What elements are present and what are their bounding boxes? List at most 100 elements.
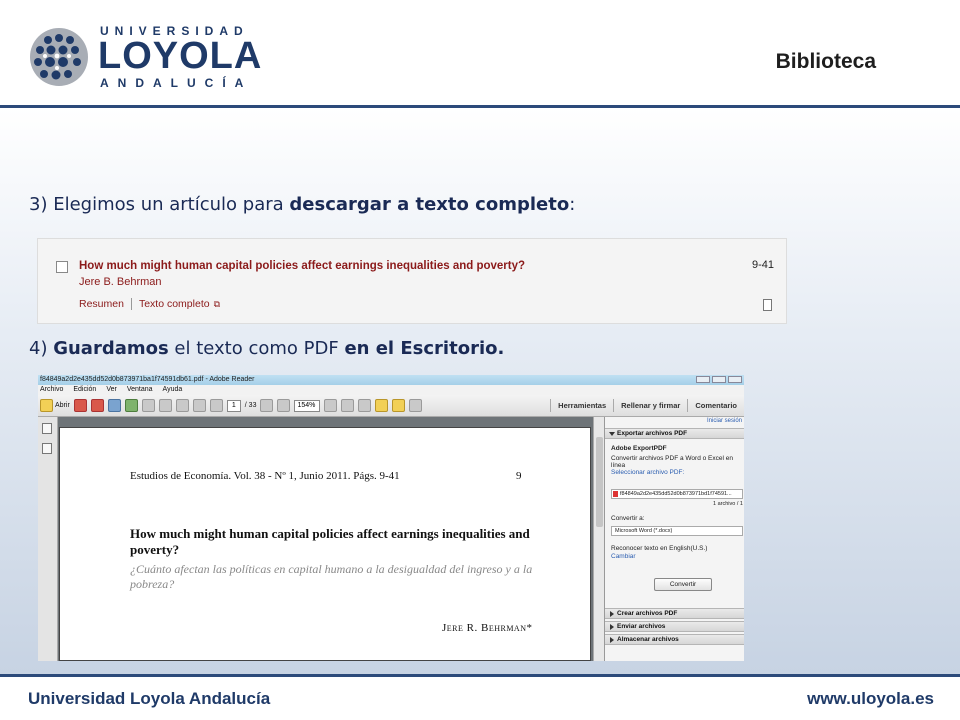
email-icon[interactable] [175, 399, 189, 412]
tab-herramientas[interactable]: Herramientas [550, 399, 613, 412]
select-pdf-label[interactable]: Seleccionar archivo PDF: [611, 469, 684, 476]
menu-ver[interactable]: Ver [106, 385, 117, 395]
open-button-label[interactable]: Abrir [55, 402, 70, 409]
footer-divider [0, 674, 960, 677]
slide-header: UNIVERSIDAD LOYOLA ANDALUCÍA Biblioteca [0, 0, 960, 108]
store-files-section-header[interactable]: Almacenar archivos [605, 634, 744, 645]
step-3-prefix: 3) Elegimos un artículo para [29, 194, 290, 215]
scrollbar-thumb[interactable] [596, 437, 603, 527]
convert-button[interactable]: Convertir [654, 578, 712, 591]
step-3-bold: descargar a texto completo [289, 194, 570, 215]
footer-website[interactable]: www.uloyola.es [807, 689, 934, 709]
send-files-section-header[interactable]: Enviar archivos [605, 621, 744, 632]
zoom-in-icon[interactable] [277, 399, 291, 412]
step-4-middle: el texto como PDF [168, 338, 345, 359]
pdf-page: Estudios de Economía. Vol. 38 - Nº 1, Ju… [59, 427, 591, 661]
page-up-icon[interactable] [192, 399, 206, 412]
window-buttons [696, 376, 742, 383]
file-count: 1 archivo / 1 [713, 501, 743, 507]
selected-file-field[interactable]: f84849a2d2e435dd52d0b873971bd1f74591... [611, 489, 743, 499]
step-3-instruction: 3) Elegimos un artículo para descargar a… [29, 194, 575, 215]
link-separator [130, 298, 132, 310]
fit-width-icon[interactable] [341, 399, 355, 412]
result-author[interactable]: Jere B. Behrman [79, 276, 162, 288]
open-folder-icon[interactable] [40, 399, 53, 412]
result-pages: 9-41 [751, 259, 774, 271]
menu-ventana[interactable]: Ventana [127, 385, 153, 395]
page-journal-line: Estudios de Economía. Vol. 38 - Nº 1, Ju… [130, 470, 400, 482]
reader-titlebar: f84849a2d2e435dd52d0b873971ba1f74591db61… [38, 375, 744, 385]
service-description: Convertir archivos PDF a Word o Excel en… [611, 455, 733, 469]
external-link-icon: ⧉ [213, 298, 221, 309]
step-4-prefix: 4) [29, 338, 54, 359]
export-pdf-section-header[interactable]: Exportar archivos PDF [605, 428, 744, 439]
university-logo: UNIVERSIDAD LOYOLA ANDALUCÍA [28, 22, 261, 92]
export-pdf-icon[interactable] [90, 399, 104, 412]
save-icon[interactable] [141, 399, 155, 412]
article-author: Jere R. Behrman* [442, 622, 533, 634]
result-checkbox[interactable] [56, 261, 68, 273]
edit-icon[interactable] [107, 399, 121, 412]
tab-comentario[interactable]: Comentario [687, 399, 744, 412]
step-4-bold-2: en el Escritorio. [344, 338, 505, 359]
print-icon[interactable] [158, 399, 172, 412]
menu-edicion[interactable]: Edición [73, 385, 96, 395]
reader-toolbar: Abrir 1 / 33 154% Herramientas Rellenar … [38, 395, 744, 417]
fit-page-icon[interactable] [324, 399, 338, 412]
export-service-title: Adobe ExportPDF [611, 445, 667, 452]
maximize-icon[interactable] [712, 376, 726, 383]
cloud-icon[interactable] [124, 399, 138, 412]
tools-pane: Iniciar sesión Exportar archivos PDF Ado… [604, 417, 744, 661]
reader-left-navigation [38, 417, 58, 661]
toolbar-tabs: Herramientas Rellenar y firmar Comentari… [550, 399, 744, 412]
reader-window-title: f84849a2d2e435dd52d0b873971ba1f74591db61… [40, 376, 255, 383]
attachments-icon[interactable] [42, 443, 52, 454]
reader-menubar: Archivo Edición Ver Ventana Ayuda [38, 385, 744, 395]
fulltext-link[interactable]: Texto completo [139, 298, 210, 310]
logo-text-bottom: ANDALUCÍA [100, 76, 253, 90]
document-icon[interactable] [763, 299, 772, 311]
ocr-change-link[interactable]: Cambiar [611, 553, 636, 560]
page-total: / 33 [244, 402, 257, 409]
step-4-bold-1: Guardamos [53, 338, 169, 359]
create-pdf-section-header[interactable]: Crear archivos PDF [605, 608, 744, 619]
expand-icon[interactable] [409, 399, 423, 412]
read-mode-icon[interactable] [358, 399, 372, 412]
minimize-icon[interactable] [696, 376, 710, 383]
result-links: Resumen Texto completo ⧉ [79, 298, 220, 310]
comment-icon[interactable] [375, 399, 389, 412]
pages-panel-icon[interactable] [42, 423, 52, 434]
menu-archivo[interactable]: Archivo [40, 385, 63, 395]
tab-rellenar-firmar[interactable]: Rellenar y firmar [613, 399, 687, 412]
close-icon[interactable] [728, 376, 742, 383]
create-pdf-icon[interactable] [73, 399, 87, 412]
article-title: How much might human capital policies af… [130, 526, 530, 557]
menu-ayuda[interactable]: Ayuda [163, 385, 183, 395]
step-3-suffix: : [569, 194, 576, 215]
slide-body: 3) Elegimos un artículo para descargar a… [0, 108, 960, 674]
globe-logo-icon [30, 28, 88, 86]
page-down-icon[interactable] [209, 399, 223, 412]
page-number-input[interactable]: 1 [226, 399, 241, 412]
zoom-select[interactable]: 154% [294, 399, 321, 412]
abstract-link[interactable]: Resumen [79, 298, 124, 310]
article-subtitle: ¿Cuánto afectan las políticas en capital… [130, 562, 533, 591]
zoom-out-icon[interactable] [260, 399, 274, 412]
convert-to-label: Convertir a: [611, 515, 645, 522]
document-area: Estudios de Economía. Vol. 38 - Nº 1, Ju… [59, 417, 592, 661]
footer-university-name: Universidad Loyola Andalucía [28, 689, 271, 708]
logo-text-main: LOYOLA [98, 35, 263, 77]
ocr-language-label: Reconocer texto en English(U.S.) [611, 545, 708, 552]
step-4-instruction: 4) Guardamos el texto como PDF en el Esc… [29, 338, 504, 359]
header-title: Biblioteca [775, 50, 876, 73]
service-name: Adobe ExportPDF [611, 445, 667, 452]
page-number: 9 [516, 470, 522, 482]
toolbar-icons: Abrir 1 / 33 154% [40, 399, 423, 412]
convert-format-select[interactable]: Microsoft Word (*.docx) [611, 526, 743, 536]
sign-icon[interactable] [392, 399, 406, 412]
sign-in-link[interactable]: Iniciar sesión [707, 418, 742, 424]
document-scrollbar[interactable] [593, 417, 604, 661]
search-result-card: How much might human capital policies af… [37, 238, 787, 324]
adobe-reader-window: f84849a2d2e435dd52d0b873971ba1f74591db61… [38, 375, 744, 661]
result-title-link[interactable]: How much might human capital policies af… [79, 260, 525, 272]
